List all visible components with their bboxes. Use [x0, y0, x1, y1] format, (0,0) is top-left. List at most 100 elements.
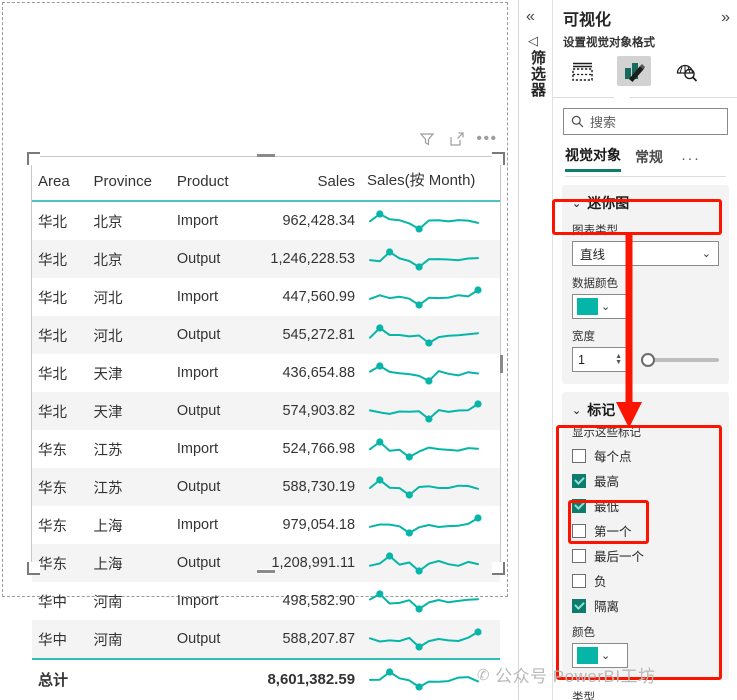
- cell-area: 华北: [32, 240, 88, 278]
- marker-checkbox-list: 每个点最高最低第一个最后一个负隔离: [572, 446, 719, 615]
- more-options-icon[interactable]: •••: [476, 130, 496, 148]
- cell-province: 江苏: [87, 468, 171, 506]
- column-header-sales[interactable]: Sales: [245, 157, 362, 202]
- checkbox[interactable]: [572, 573, 586, 588]
- report-canvas[interactable]: ••• Area Province Product Sales Sales(按 …: [0, 0, 518, 700]
- table-row[interactable]: 华北 北京 Import 962,428.34: [32, 201, 500, 240]
- markers-card: ⌄ 标记 显示这些标记 每个点 最高 最低 第一个 最后一个负隔离 颜色 ⌄: [562, 392, 729, 680]
- cell-area: 华北: [38, 290, 67, 307]
- tabs-more-icon[interactable]: ···: [681, 150, 701, 167]
- table-row[interactable]: 华中 河南 Output 588,207.87: [32, 620, 500, 659]
- total-sales: 8,601,382.59: [245, 658, 362, 698]
- cell-sparkline: [361, 201, 500, 240]
- cell-sparkline: [361, 468, 500, 506]
- filters-pane-title[interactable]: 筛选器: [527, 50, 548, 98]
- chevron-down-icon: ⌄: [572, 197, 582, 210]
- marker-option-3[interactable]: 第一个: [572, 521, 719, 540]
- checkbox[interactable]: [572, 598, 586, 613]
- table-body: 华北 北京 Import 962,428.34 华北 北京 Output 1,246,228.…: [32, 201, 500, 698]
- sparkline-card-header[interactable]: ⌄ 迷你图: [572, 193, 719, 213]
- checkbox[interactable]: [572, 523, 586, 538]
- cell-province: 上海: [93, 518, 123, 535]
- collapse-panel-icon[interactable]: «: [526, 9, 535, 25]
- stepper-arrows-icon[interactable]: ▲ ▼: [615, 353, 622, 366]
- sparkline-card: ⌄ 迷你图 图表类型 直线 ⌄ 数据颜色 ⌄ 宽度 1 ▲ ▼: [562, 185, 729, 384]
- focus-mode-icon[interactable]: [448, 130, 466, 148]
- chart-type-dropdown[interactable]: 直线 ⌄: [572, 241, 719, 266]
- resize-handle-right-middle[interactable]: [499, 354, 504, 373]
- pane-title: 可视化: [563, 12, 612, 29]
- table-row[interactable]: 华北 天津 Import 436,654.88: [32, 354, 500, 392]
- marker-option-1[interactable]: 最高: [572, 471, 719, 490]
- analytics-icon[interactable]: [669, 56, 703, 86]
- width-slider[interactable]: [637, 351, 719, 369]
- cell-area: 华东: [38, 442, 67, 459]
- tab-visual[interactable]: 视觉对象: [565, 145, 621, 172]
- marker-option-0[interactable]: 每个点: [572, 446, 719, 465]
- marker-option-6[interactable]: 隔离: [572, 596, 719, 615]
- slider-knob[interactable]: [641, 352, 655, 367]
- checkbox-label: 每个点: [594, 450, 632, 464]
- table-row[interactable]: 华东 江苏 Output 588,730.19: [32, 468, 500, 506]
- tab-general[interactable]: 常规: [635, 147, 663, 171]
- cell-sparkline: [361, 316, 500, 354]
- cell-area: 华中: [38, 594, 67, 611]
- cell-product: Output: [170, 240, 246, 278]
- resize-handle-bottom-right[interactable]: [492, 562, 505, 575]
- checkbox[interactable]: [572, 498, 586, 513]
- expand-panel-icon[interactable]: »: [721, 9, 730, 27]
- table-row[interactable]: 华北 天津 Output 574,903.82: [32, 392, 500, 430]
- cell-sales: 588,207.87: [245, 620, 362, 659]
- column-header-province[interactable]: Province: [87, 157, 171, 202]
- table-row[interactable]: 华东 上海 Import 979,054.18: [32, 506, 500, 544]
- cell-sparkline: [361, 582, 500, 620]
- column-header-product[interactable]: Product: [170, 157, 246, 202]
- checkbox[interactable]: [572, 473, 586, 488]
- resize-handle-top-middle[interactable]: [257, 153, 275, 158]
- marker-option-4[interactable]: 最后一个: [572, 546, 719, 565]
- checkbox[interactable]: [572, 548, 586, 563]
- table-total-row: 总计 8,601,382.59: [32, 658, 500, 698]
- marker-option-5[interactable]: 负: [572, 571, 719, 590]
- chart-type-label: 图表类型: [572, 225, 618, 237]
- marker-color-picker[interactable]: ⌄: [572, 643, 628, 668]
- table-row[interactable]: 华东 上海 Output 1,208,991.11: [32, 544, 500, 582]
- cell-province: 天津: [93, 366, 123, 383]
- filter-icon[interactable]: [418, 130, 436, 148]
- checkbox-label: 最低: [594, 500, 620, 514]
- expand-filters-icon[interactable]: ◁: [528, 33, 538, 49]
- right-panel: « ◁ 筛选器 可视化 » 设置视觉对象格式 搜索 视觉对象 常规 ··· ⌄ …: [518, 0, 737, 700]
- data-table: Area Province Product Sales Sales(按 Mont…: [32, 157, 500, 698]
- cell-product: Import: [176, 593, 218, 609]
- marker-option-2[interactable]: 最低: [572, 496, 719, 515]
- search-input[interactable]: 搜索: [563, 108, 728, 135]
- filters-rail: « ◁ 筛选器: [519, 0, 553, 700]
- table-row[interactable]: 华北 河北 Output 545,272.81: [32, 316, 500, 354]
- checkbox-label: 负: [594, 575, 607, 589]
- cell-sales: 979,054.18: [282, 517, 356, 533]
- icon-row-separator: [553, 88, 737, 99]
- resize-handle-top-right[interactable]: [492, 152, 505, 165]
- column-header-area[interactable]: Area: [32, 157, 88, 202]
- width-stepper[interactable]: 1 ▲ ▼: [572, 347, 628, 372]
- resize-handle-top-left[interactable]: [27, 152, 40, 165]
- format-visual-icon[interactable]: [617, 56, 651, 86]
- data-color-picker[interactable]: ⌄: [572, 294, 628, 319]
- cell-area: 华东: [32, 544, 88, 582]
- table-visual[interactable]: Area Province Product Sales Sales(按 Mont…: [27, 152, 505, 698]
- resize-handle-bottom-middle[interactable]: [257, 569, 275, 574]
- chart-type-value: 直线: [580, 248, 606, 262]
- checkbox[interactable]: [572, 448, 586, 463]
- column-header-sparkline[interactable]: Sales(按 Month): [361, 157, 500, 202]
- table-row[interactable]: 华中 河南 Import 498,582.90: [32, 582, 500, 620]
- resize-handle-bottom-left[interactable]: [27, 562, 40, 575]
- table-row[interactable]: 华东 江苏 Import 524,766.98: [32, 430, 500, 468]
- markers-card-header[interactable]: ⌄ 标记: [572, 400, 719, 420]
- table-row[interactable]: 华北 北京 Output 1,246,228.53: [32, 240, 500, 278]
- marker-color-swatch: [577, 647, 598, 664]
- build-visual-icon[interactable]: [565, 56, 599, 86]
- cell-sales: 447,560.99: [282, 289, 356, 305]
- data-color-swatch: [577, 298, 598, 315]
- cell-sales: 498,582.90: [282, 593, 356, 609]
- table-row[interactable]: 华北 河北 Import 447,560.99: [32, 278, 500, 316]
